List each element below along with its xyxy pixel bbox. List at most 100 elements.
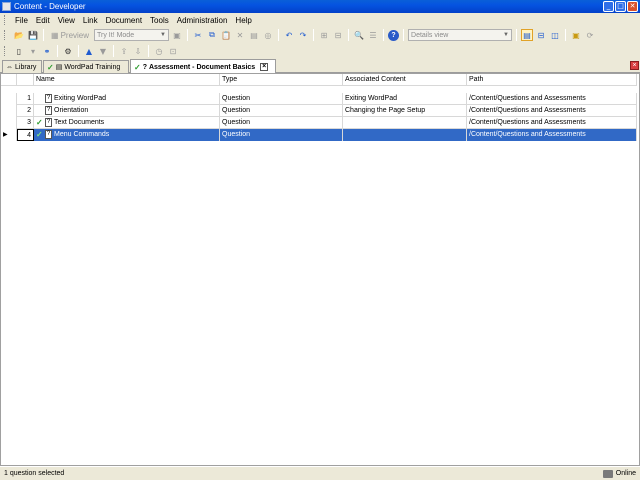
- table-row[interactable]: 3 ✓ ? Text Documents Question /Content/Q…: [1, 116, 637, 129]
- lock-icon[interactable]: ⊡: [167, 45, 179, 57]
- close-button[interactable]: ✕: [627, 1, 638, 12]
- delete-icon[interactable]: ✕: [234, 29, 246, 41]
- row-selector[interactable]: [1, 104, 17, 117]
- check-in-icon[interactable]: ⇪: [118, 45, 130, 57]
- maximize-button[interactable]: □: [615, 1, 626, 12]
- toolbar-grip-handle[interactable]: [4, 46, 7, 56]
- cell-path[interactable]: /Content/Questions and Assessments: [467, 92, 637, 105]
- menu-tools[interactable]: Tools: [146, 16, 173, 25]
- close-document-icon[interactable]: ×: [630, 61, 639, 70]
- online-label: Online: [615, 470, 636, 477]
- secondary-toolbar: ▯ ▾ ⚭ ⚙ ▲ ▼ ⇪ ⇩ ◷ ⊡: [0, 43, 640, 59]
- menu-administration[interactable]: Administration: [173, 16, 232, 25]
- cell-associated-content[interactable]: Exiting WordPad: [343, 92, 467, 105]
- redo-icon[interactable]: ↷: [297, 29, 309, 41]
- cell-name-text: Text Documents: [54, 118, 105, 126]
- tab-library[interactable]: ⇔ Library: [2, 60, 42, 73]
- toolbar-grip-handle[interactable]: [4, 30, 7, 40]
- tab-assessment-document-basics[interactable]: ✓ ? Assessment - Document Basics ×: [130, 59, 276, 74]
- row-selector[interactable]: [1, 116, 17, 129]
- column-header-path[interactable]: Path: [467, 74, 637, 85]
- table-row[interactable]: 2 ? Orientation Question Changing the Pa…: [1, 104, 637, 117]
- window-title: Content - Developer: [14, 2, 86, 11]
- cell-name[interactable]: ✓ ? Text Documents: [34, 116, 220, 129]
- publish-icon[interactable]: ▣: [171, 29, 183, 41]
- tab-wordpad-training[interactable]: ✓ ▤ WordPad Training: [43, 60, 129, 73]
- menu-view[interactable]: View: [54, 16, 79, 25]
- minimize-button[interactable]: _: [603, 1, 614, 12]
- rename-icon[interactable]: ▤: [248, 29, 260, 41]
- refresh-icon[interactable]: ⟳: [584, 29, 596, 41]
- row-number: 4: [17, 128, 34, 141]
- toolbar-separator: [278, 29, 280, 41]
- toolbar-separator: [113, 45, 114, 57]
- menu-bar: File Edit View Link Document Tools Admin…: [0, 13, 640, 27]
- mode-select[interactable]: Try It! Mode ▼: [94, 29, 170, 41]
- column-header-associated-content[interactable]: Associated Content: [343, 74, 467, 85]
- cell-name-text: Menu Commands: [54, 130, 110, 138]
- cell-path[interactable]: /Content/Questions and Assessments: [467, 128, 637, 141]
- add-frame-icon[interactable]: ⊞: [318, 29, 330, 41]
- cell-path[interactable]: /Content/Questions and Assessments: [467, 104, 637, 117]
- split-vertical-icon[interactable]: ◫: [549, 29, 561, 41]
- save-icon[interactable]: 💾: [27, 29, 39, 41]
- help-icon[interactable]: ?: [388, 29, 400, 41]
- table-row[interactable]: ▶ 4 ✓ ? Menu Commands Question /Content/…: [1, 128, 637, 141]
- preview-button[interactable]: ▦ Preview: [48, 31, 92, 40]
- cell-type[interactable]: Question: [220, 104, 343, 117]
- paste-icon[interactable]: 📋: [220, 29, 232, 41]
- history-icon[interactable]: ◷: [153, 45, 165, 57]
- cell-type[interactable]: Question: [220, 128, 343, 141]
- details-layout-icon[interactable]: ▤: [521, 29, 534, 41]
- cell-name[interactable]: ✓ ? Menu Commands: [34, 128, 220, 141]
- menu-grip-handle[interactable]: [4, 15, 7, 25]
- move-up-icon[interactable]: ▲: [83, 45, 95, 57]
- window-controls: _ □ ✕: [603, 1, 638, 12]
- row-selector[interactable]: [1, 92, 17, 105]
- cell-name[interactable]: ? Orientation: [34, 104, 220, 117]
- cut-icon[interactable]: ✂: [192, 29, 204, 41]
- cell-path[interactable]: /Content/Questions and Assessments: [467, 116, 637, 129]
- table-row[interactable]: 1 ? Exiting WordPad Question Exiting Wor…: [1, 92, 637, 105]
- assessment-icon: ?: [142, 63, 147, 71]
- cell-associated-content[interactable]: [343, 128, 467, 141]
- settings-icon[interactable]: ⚙: [62, 45, 74, 57]
- cell-associated-content[interactable]: Changing the Page Setup: [343, 104, 467, 117]
- cell-type[interactable]: Question: [220, 116, 343, 129]
- find-icon[interactable]: ◎: [262, 29, 274, 41]
- cell-type[interactable]: Question: [220, 92, 343, 105]
- split-horizontal-icon[interactable]: ⊟: [535, 29, 547, 41]
- column-header-type[interactable]: Type: [220, 74, 343, 85]
- copy-icon[interactable]: ⧉: [206, 29, 218, 41]
- remove-frame-icon[interactable]: ⊟: [332, 29, 344, 41]
- chevron-down-icon[interactable]: ▾: [27, 45, 39, 57]
- cell-associated-content[interactable]: [343, 116, 467, 129]
- open-folder-icon[interactable]: 📂: [13, 29, 25, 41]
- move-down-icon[interactable]: ▼: [97, 45, 109, 57]
- cell-name[interactable]: ? Exiting WordPad: [34, 92, 220, 105]
- undo-icon[interactable]: ↶: [283, 29, 295, 41]
- menu-edit[interactable]: Edit: [32, 16, 54, 25]
- check-out-icon[interactable]: ⇩: [132, 45, 144, 57]
- menu-file[interactable]: File: [11, 16, 32, 25]
- menu-document[interactable]: Document: [102, 16, 146, 25]
- toolbar-separator: [348, 29, 350, 41]
- close-tab-icon[interactable]: ×: [260, 63, 269, 71]
- menu-link[interactable]: Link: [79, 16, 102, 25]
- toolbar-separator: [565, 29, 567, 41]
- menu-help[interactable]: Help: [231, 16, 255, 25]
- toolbar-separator: [313, 29, 315, 41]
- question-icon: ?: [45, 118, 52, 127]
- header-selector: [1, 74, 17, 85]
- cell-name-text: Orientation: [54, 106, 89, 114]
- column-header-name[interactable]: Name: [34, 74, 220, 85]
- view-select[interactable]: Details view ▼: [408, 29, 513, 41]
- find-replace-icon[interactable]: 🔍: [353, 29, 365, 41]
- properties-panel-icon[interactable]: ▣: [570, 29, 582, 41]
- toolbar-separator: [187, 29, 189, 41]
- new-document-icon[interactable]: ▯: [13, 45, 25, 57]
- link-icon[interactable]: ⚭: [41, 45, 53, 57]
- toolbar-separator: [383, 29, 385, 41]
- properties-icon[interactable]: ☰: [367, 29, 379, 41]
- current-row-arrow-icon[interactable]: ▶: [1, 128, 17, 141]
